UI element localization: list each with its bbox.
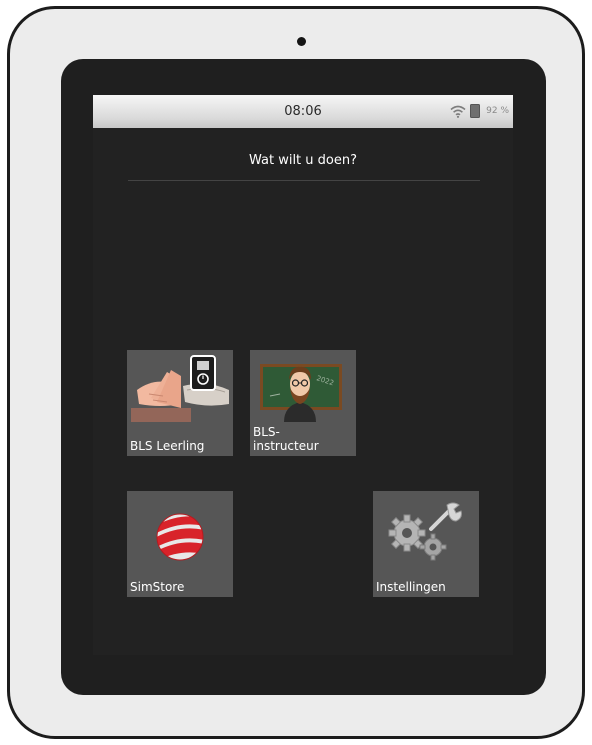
- page-title: Wat wilt u doen?: [248, 153, 358, 168]
- settings-gears-icon: [388, 502, 462, 561]
- app-tile-label: SimStore: [130, 580, 185, 594]
- app-tile-label: BLS-instructeur: [253, 425, 319, 453]
- app-tile-label: BLS Leerling: [130, 439, 205, 453]
- app-tile-bls-instructeur[interactable]: 2022 BLS-instructeur: [250, 350, 356, 456]
- cpr-hands-icon: [131, 355, 229, 422]
- status-bar: 08:06 92 %: [93, 95, 513, 128]
- title-divider: [128, 180, 480, 181]
- wifi-icon: [450, 105, 466, 118]
- app-tile-instellingen[interactable]: Instellingen: [373, 491, 479, 597]
- instructor-avatar-icon: 2022: [260, 364, 342, 422]
- battery-icon: [470, 104, 481, 118]
- simstore-logo-icon: [156, 513, 204, 561]
- app-tile-bls-leerling[interactable]: BLS Leerling: [127, 350, 233, 456]
- app-tile-simstore[interactable]: SimStore: [127, 491, 233, 597]
- app-tile-label: Instellingen: [376, 580, 446, 594]
- screen: 08:06 92 % Wat wilt u doen? BLS Leerling…: [93, 95, 513, 655]
- status-icons: 92 %: [450, 104, 509, 118]
- battery-percentage: 92 %: [486, 106, 509, 116]
- camera-icon: [297, 37, 306, 46]
